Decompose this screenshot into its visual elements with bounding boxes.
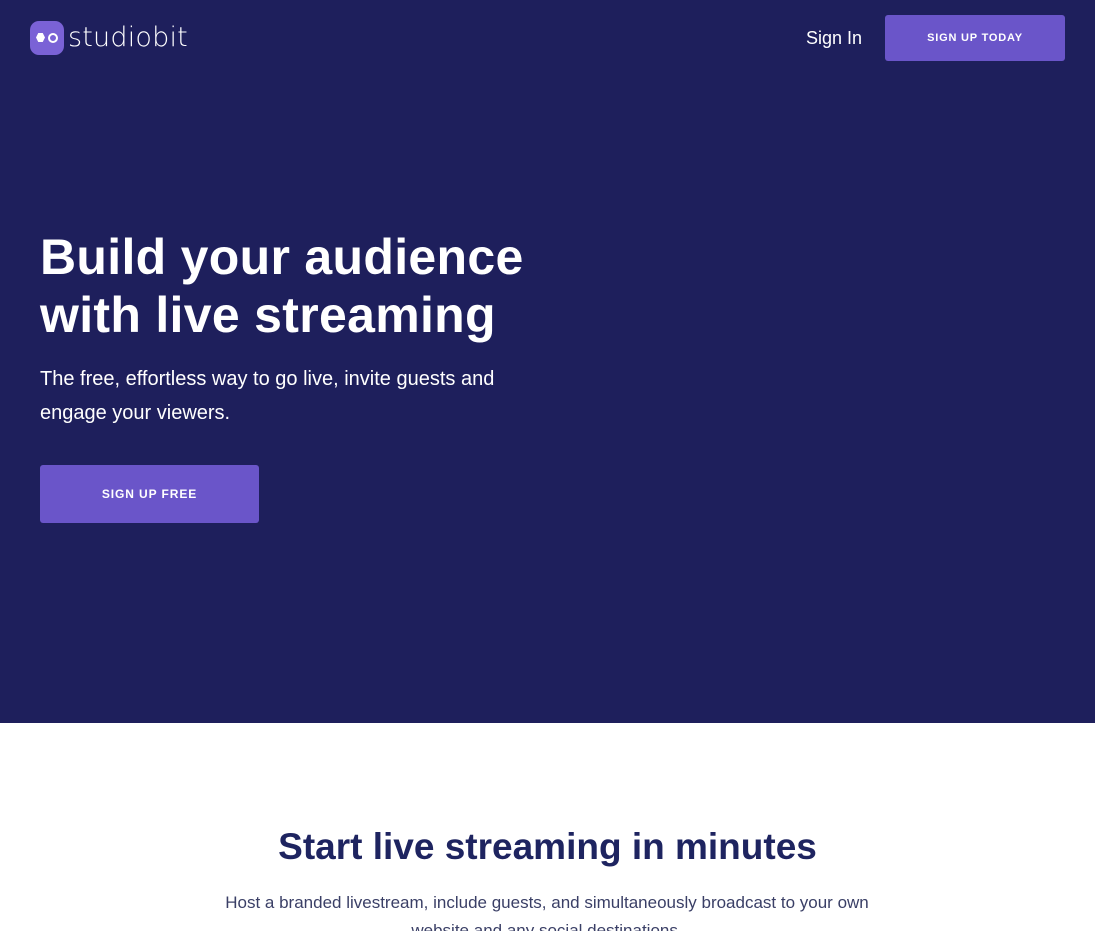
ring-dot-icon [48,33,58,43]
studiobit-logo-icon [30,21,64,55]
features-description: Host a branded livestream, include guest… [225,893,869,931]
brand-logo[interactable]: studiobit [30,21,188,55]
hero-section: studiobit Sign In SIGN UP TODAY Build yo… [0,0,1095,723]
hexagon-dot-icon [36,33,45,42]
sign-up-free-button[interactable]: SIGN UP FREE [40,465,259,523]
hero-headline: Build your audience with live streaming [40,229,524,343]
brand-name: studiobit [68,22,188,53]
hero-subheadline: The free, effortless way to go live, inv… [40,368,495,424]
features-title: Start live streaming in minutes [278,826,817,867]
sign-in-link[interactable]: Sign In [806,26,862,50]
sign-up-today-button[interactable]: SIGN UP TODAY [885,15,1065,61]
